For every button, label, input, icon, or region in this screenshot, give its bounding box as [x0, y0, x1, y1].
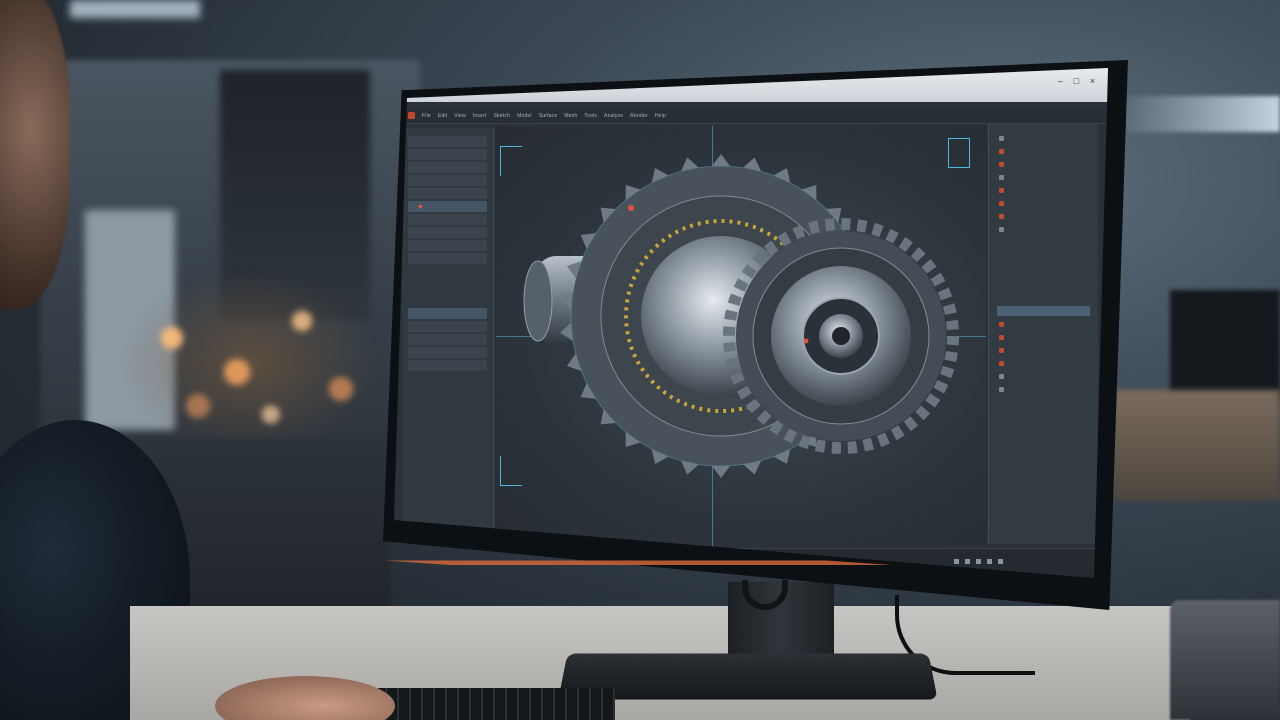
app-logo-icon — [408, 112, 415, 119]
minimize-button[interactable]: – — [1057, 77, 1064, 86]
maximize-button[interactable]: □ — [1073, 77, 1080, 86]
history-item[interactable] — [989, 331, 1098, 344]
tray-icon[interactable] — [954, 559, 959, 564]
feature-icon — [999, 348, 1004, 353]
menu-item-render[interactable]: Render — [630, 113, 648, 119]
ceiling-light — [1110, 96, 1280, 132]
tree-item[interactable] — [408, 162, 487, 173]
menu-item-sketch[interactable]: Sketch — [494, 113, 511, 119]
tree-item[interactable] — [408, 149, 487, 160]
browser-item[interactable] — [989, 184, 1098, 197]
browser-item[interactable] — [989, 145, 1098, 158]
tree-item-selected[interactable]: ◆ — [408, 201, 487, 212]
browser-item[interactable] — [989, 210, 1098, 223]
close-button[interactable]: × — [1089, 77, 1096, 86]
property-row[interactable] — [408, 347, 487, 358]
history-title — [989, 296, 1098, 304]
menu-item-surface[interactable]: Surface — [539, 113, 558, 119]
feature-icon — [999, 387, 1004, 392]
tree-item[interactable] — [408, 253, 487, 264]
pen-holder — [1170, 600, 1280, 720]
3d-viewport[interactable] — [496, 126, 986, 546]
property-row[interactable] — [408, 334, 487, 345]
menu-item-model[interactable]: Model — [517, 113, 532, 119]
component-icon — [999, 214, 1004, 219]
history-item[interactable] — [989, 318, 1098, 331]
annotation-marker[interactable] — [803, 338, 809, 344]
machine-lights — [120, 270, 380, 440]
gear-assembly-model[interactable] — [496, 126, 986, 546]
history-item-selected[interactable] — [997, 306, 1090, 316]
history-item[interactable] — [989, 370, 1098, 383]
monitor-stand-base — [558, 653, 938, 700]
folder-icon — [999, 136, 1004, 141]
tree-item[interactable] — [408, 188, 487, 199]
component-icon — [999, 188, 1004, 193]
browser-item[interactable] — [989, 171, 1098, 184]
component-icon — [999, 227, 1004, 232]
menu-item-tools[interactable]: Tools — [584, 113, 597, 119]
properties-header[interactable] — [408, 308, 487, 319]
menu-item-help[interactable]: Help — [655, 113, 666, 119]
browser-item[interactable] — [989, 132, 1098, 145]
background-monitor — [1170, 290, 1280, 400]
feature-icon — [999, 361, 1004, 366]
property-row[interactable] — [408, 321, 487, 332]
tree-item[interactable] — [408, 214, 487, 225]
tray-icon[interactable] — [965, 559, 970, 564]
menu-item-view[interactable]: View — [454, 113, 466, 119]
ceiling-light-left — [70, 0, 200, 18]
history-item[interactable] — [989, 383, 1098, 396]
properties-panel — [988, 124, 1098, 544]
small-gear[interactable] — [723, 218, 959, 454]
menu-bar: File Edit View Insert Sketch Model Surfa… — [394, 108, 1108, 124]
background-desk — [1100, 390, 1280, 500]
tray-icon[interactable] — [976, 559, 981, 564]
component-icon — [999, 149, 1004, 154]
keyboard[interactable] — [375, 688, 615, 720]
history-item[interactable] — [989, 357, 1098, 370]
browser-item[interactable] — [989, 197, 1098, 210]
history-item[interactable] — [989, 344, 1098, 357]
tree-item[interactable] — [408, 136, 487, 147]
error-marker-icon: ◆ — [418, 204, 423, 210]
menu-item-file[interactable]: File — [422, 113, 431, 119]
menu-item-insert[interactable]: Insert — [473, 113, 487, 119]
tray-icon[interactable] — [987, 559, 992, 564]
panel-title — [989, 124, 1098, 132]
tree-item[interactable] — [408, 227, 487, 238]
browser-item[interactable] — [989, 223, 1098, 236]
component-icon — [999, 201, 1004, 206]
feature-tree-panel: ◆ — [402, 128, 494, 538]
menu-item-analyze[interactable]: Analyze — [604, 113, 623, 119]
menu-item-mesh[interactable]: Mesh — [564, 113, 577, 119]
feature-icon — [999, 335, 1004, 340]
component-icon — [999, 162, 1004, 167]
feature-icon — [999, 322, 1004, 327]
browser-item[interactable] — [989, 158, 1098, 171]
component-icon — [999, 175, 1004, 180]
status-icons — [954, 559, 1003, 564]
tree-item[interactable] — [408, 240, 487, 251]
window-controls: – □ × — [1057, 77, 1096, 86]
cad-application-window: – □ × File Edit View Insert Sketch Model… — [394, 68, 1108, 578]
tray-icon[interactable] — [998, 559, 1003, 564]
menu-item-edit[interactable]: Edit — [438, 113, 447, 119]
tree-item[interactable] — [408, 175, 487, 186]
property-row[interactable] — [408, 360, 487, 371]
annotation-marker[interactable] — [628, 205, 634, 211]
feature-icon — [999, 374, 1004, 379]
